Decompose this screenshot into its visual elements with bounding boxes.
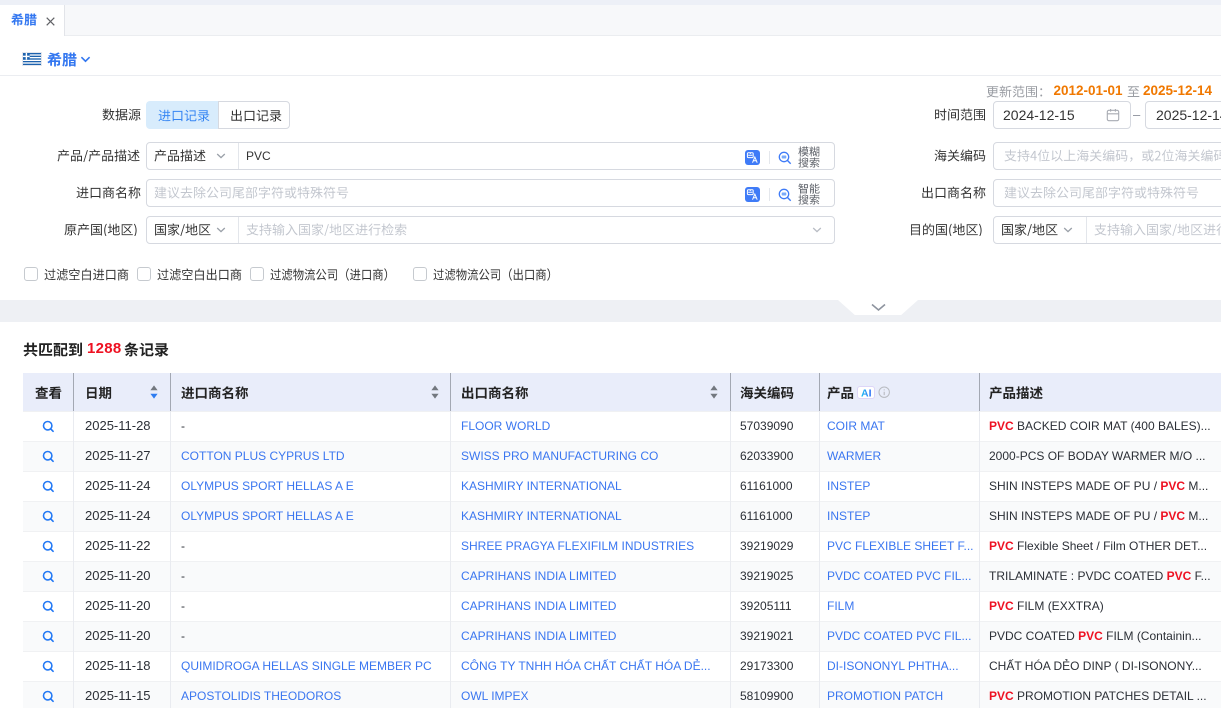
- svg-text:AI: AI: [861, 387, 872, 399]
